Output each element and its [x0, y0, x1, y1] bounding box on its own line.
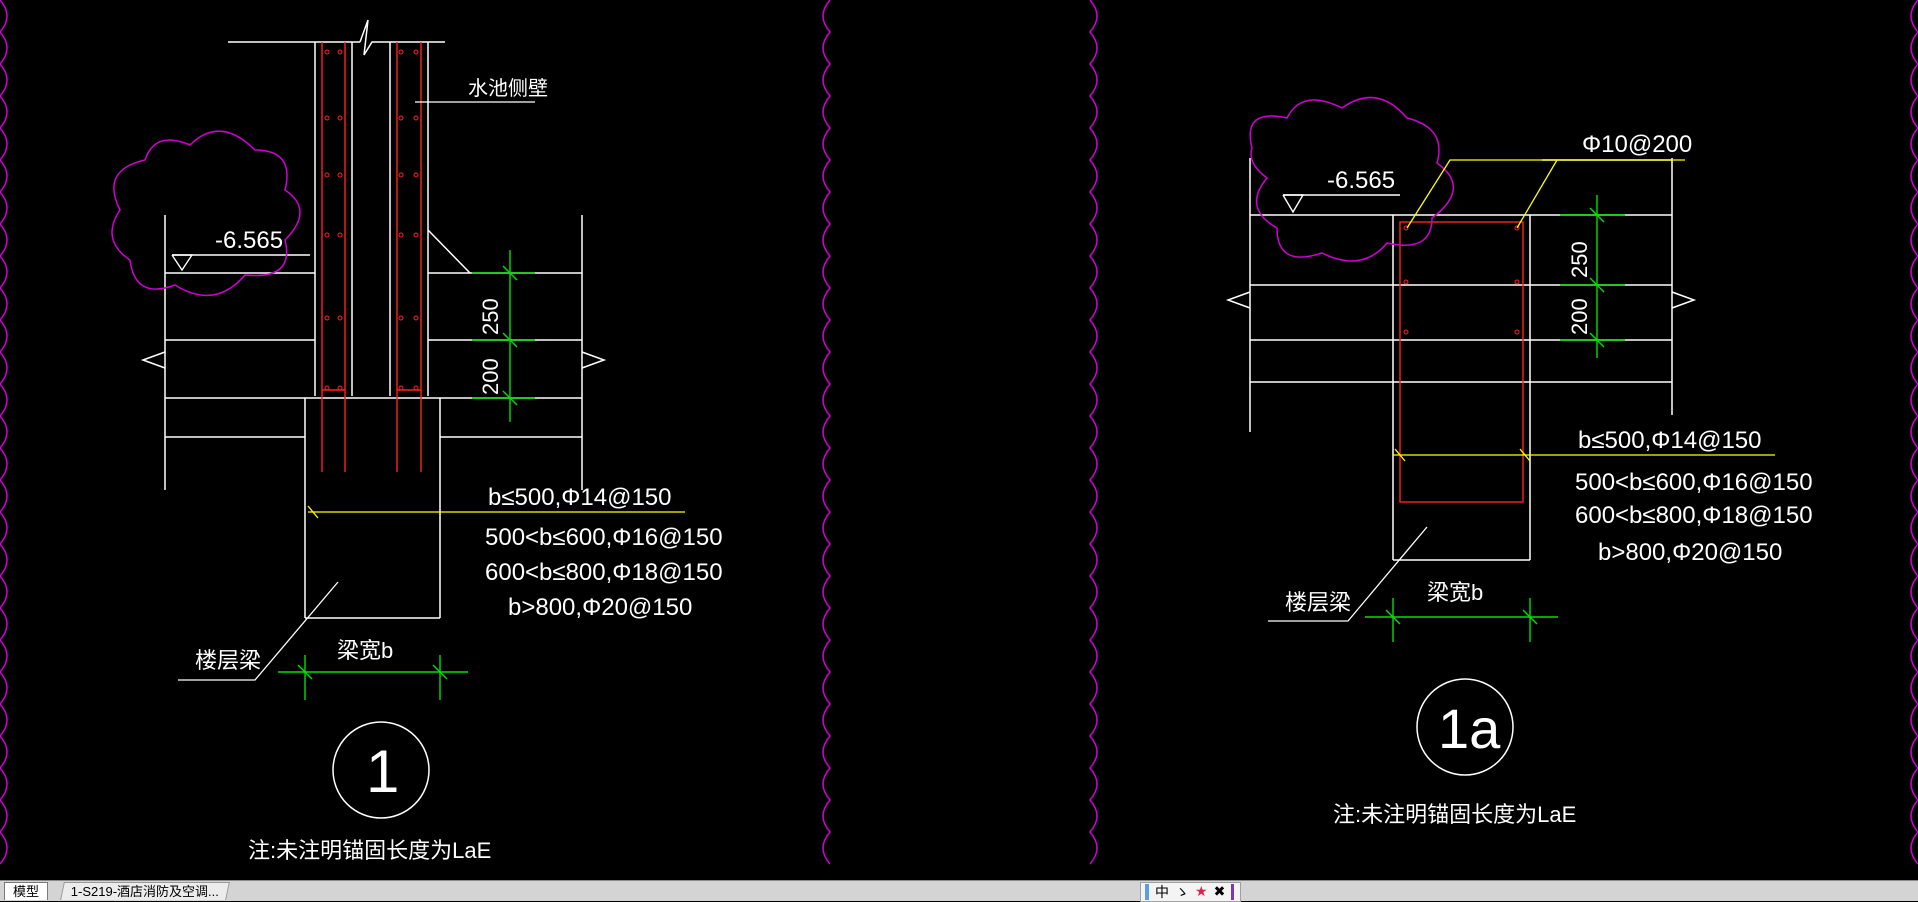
detail-note: 注:未注明锚固长度为LaE — [1333, 802, 1576, 827]
drawing-canvas[interactable]: -6.565 水池侧壁 250 200 b≤500,Φ14@150 500<b≤… — [0, 0, 1918, 880]
beam-width-label: 梁宽b — [337, 638, 393, 663]
ime-handle[interactable] — [1145, 884, 1149, 900]
beam-label: 楼层梁 — [1285, 590, 1351, 615]
detail-number: 1 — [366, 738, 399, 805]
wall-label: 水池侧壁 — [468, 77, 548, 100]
ime-star-icon[interactable]: ★ — [1195, 884, 1208, 900]
elevation-label: -6.565 — [1327, 167, 1395, 194]
stirrup-label: Φ10@200 — [1582, 131, 1692, 158]
ime-toolbar[interactable]: 中 ゝ ★ ✖ — [1140, 882, 1242, 902]
rebar-rule-4: b>800,Φ20@150 — [1598, 539, 1782, 566]
elevation-label: -6.565 — [215, 227, 283, 254]
rebar-rule-1: b≤500,Φ14@150 — [1578, 427, 1761, 454]
dimension-lower: 200 — [1567, 298, 1592, 335]
beam-width-label: 梁宽b — [1427, 580, 1483, 605]
rebar-rule-3: 600<b≤800,Φ18@150 — [485, 559, 723, 586]
ime-lang-toggle[interactable]: 中 — [1155, 882, 1169, 902]
ime-punct-icon[interactable]: ゝ — [1175, 882, 1189, 902]
dimension-upper: 250 — [1567, 241, 1592, 278]
rebar-rule-2: 500<b≤600,Φ16@150 — [485, 524, 723, 551]
dimension-upper: 250 — [478, 298, 503, 335]
tab-model[interactable]: 模型 — [4, 882, 49, 900]
detail-number: 1a — [1438, 697, 1501, 760]
beam-label: 楼层梁 — [195, 648, 261, 673]
rebar-rule-1: b≤500,Φ14@150 — [488, 484, 671, 511]
layout-tab-bar: 模型 1-S219-酒店消防及空调... — [0, 880, 1918, 901]
rebar-rule-2: 500<b≤600,Φ16@150 — [1575, 469, 1813, 496]
ime-settings-icon[interactable]: ✖ — [1214, 884, 1226, 900]
dimension-lower: 200 — [478, 358, 503, 395]
tab-layout-label: 1-S219-酒店消防及空调... — [70, 884, 219, 899]
tab-layout[interactable]: 1-S219-酒店消防及空调... — [60, 882, 231, 900]
ime-edge — [1231, 884, 1235, 900]
rebar-rule-3: 600<b≤800,Φ18@150 — [1575, 502, 1813, 529]
rebar-rule-4: b>800,Φ20@150 — [508, 594, 692, 621]
detail-note: 注:未注明锚固长度为LaE — [248, 838, 491, 863]
